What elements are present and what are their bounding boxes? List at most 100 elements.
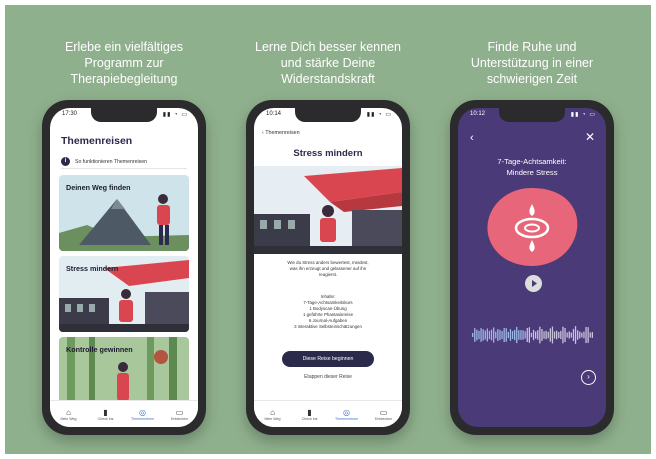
waveform-bar bbox=[484, 330, 486, 340]
waveform-bar bbox=[501, 330, 503, 340]
waveform-bar bbox=[488, 330, 491, 340]
waveform-bar bbox=[543, 331, 545, 339]
waveform-bar bbox=[547, 331, 549, 339]
signal-icon: ▮▮ ◔ ▭ bbox=[570, 112, 596, 118]
waveform-bar bbox=[551, 326, 554, 344]
tab-label: Themenreisen bbox=[335, 416, 358, 421]
tab-label: Mein Weg bbox=[60, 416, 77, 421]
waveform-bar bbox=[520, 330, 522, 340]
chevron-left-icon: ‹ bbox=[262, 130, 264, 136]
caption-line: Widerstandskraft bbox=[281, 72, 375, 86]
tab-label: Entdecken bbox=[171, 416, 188, 421]
meditation-drop-icon bbox=[487, 188, 578, 266]
tab-mein-weg[interactable]: ⌂ Mein Weg bbox=[57, 408, 81, 421]
caption-line: schwierigen Zeit bbox=[486, 72, 578, 86]
tab-label: Check ins bbox=[97, 416, 114, 421]
caption-3: Finde Ruhe und Unterstützung in einer sc… bbox=[437, 39, 627, 87]
waveform-bar bbox=[545, 330, 547, 340]
waveform-bar bbox=[577, 330, 579, 340]
waveform-bar bbox=[511, 331, 514, 339]
waveform-bar bbox=[562, 326, 564, 344]
card-stress-mindern[interactable]: Stress mindern bbox=[59, 256, 189, 332]
info-icon: i bbox=[61, 157, 70, 166]
waveform-bar bbox=[507, 331, 509, 339]
waveform-bar bbox=[560, 330, 562, 340]
home-icon: ⌂ bbox=[66, 407, 71, 417]
waveform-bar bbox=[493, 327, 495, 343]
compass-icon: ◎ bbox=[139, 407, 146, 417]
card-label: Stress mindern bbox=[66, 264, 119, 273]
waveform-bar bbox=[497, 329, 499, 341]
waveform-bar bbox=[480, 328, 482, 342]
caption-2: Lerne Dich besser kennen und stärke Dein… bbox=[233, 39, 423, 87]
waveform-bar bbox=[482, 329, 484, 341]
waveform-bar bbox=[574, 326, 577, 344]
waveform-bar bbox=[579, 331, 581, 339]
waveform-bar bbox=[474, 328, 476, 342]
tab-themenreisen[interactable]: ◎ Themenreisen bbox=[131, 408, 155, 421]
tab-themenreisen[interactable]: ◎ Themenreisen bbox=[335, 408, 359, 421]
waveform-bar bbox=[591, 332, 593, 338]
waveform-bar bbox=[518, 330, 520, 340]
card-deinen-weg[interactable]: Deinen Weg finden bbox=[59, 175, 189, 251]
tab-entdecken[interactable]: ▭ Entdecken bbox=[372, 408, 396, 421]
caption-line: Lerne Dich besser kennen bbox=[255, 40, 401, 54]
waveform-bar bbox=[587, 327, 589, 343]
book-icon: ▭ bbox=[175, 407, 184, 417]
waveform-bar bbox=[581, 332, 583, 338]
play-button[interactable] bbox=[525, 275, 542, 292]
player-title: 7-Tage-Achtsamkeit: Mindere Stress bbox=[458, 156, 606, 178]
tab-bar: ⌂ Mein Weg ▮ Check ins ◎ Themenreisen ▭ Entd… bbox=[254, 400, 402, 427]
promo-canvas: Erlebe ein vielfältiges Programm zur The… bbox=[5, 5, 651, 454]
tab-bar: ⌂ Mein Weg ▮ Check ins ◎ Themenreisen ▭ Entd… bbox=[50, 400, 198, 427]
waveform-bar bbox=[558, 331, 560, 339]
back-label: Themenreisen bbox=[265, 130, 300, 136]
stages-heading: Etappen dieser Reise bbox=[304, 374, 352, 380]
tab-mein-weg[interactable]: ⌂ Mein Weg bbox=[261, 408, 285, 421]
waveform-bar bbox=[522, 330, 524, 340]
waveform-bar bbox=[539, 326, 541, 344]
waveform-bar bbox=[526, 328, 528, 342]
tab-check-ins[interactable]: ▮ Check ins bbox=[298, 408, 322, 421]
waveform-bar bbox=[530, 332, 533, 338]
play-icon bbox=[532, 280, 537, 287]
status-bar: 17:30 ▮▮ ◔ ▭ bbox=[62, 111, 188, 121]
card-label: Kontrolle gewinnen bbox=[66, 345, 133, 354]
waveform-bar bbox=[472, 333, 474, 337]
tab-check-ins[interactable]: ▮ Check ins bbox=[94, 408, 118, 421]
signal-icon: ▮▮ ◔ ▭ bbox=[162, 112, 188, 118]
caption-line: Programm zur bbox=[84, 56, 164, 70]
back-button[interactable]: ‹ Themenreisen bbox=[262, 130, 300, 136]
waveform-bar bbox=[572, 328, 575, 342]
status-bar: 10:12 ▮▮ ◔ ▭ bbox=[470, 111, 596, 121]
waveform-bar bbox=[503, 327, 505, 343]
waveform-bar bbox=[509, 329, 512, 341]
chevron-right-icon[interactable]: › bbox=[581, 370, 596, 385]
page-title: Stress mindern bbox=[293, 148, 363, 159]
caption-line: Unterstützung in einer bbox=[470, 56, 594, 70]
tab-label: Mein Weg bbox=[264, 416, 281, 421]
screen-stress-mindern: 10:14 ▮▮ ◔ ▭ ‹ Themenreisen Stress minde… bbox=[254, 108, 402, 427]
close-icon[interactable]: ✕ bbox=[585, 130, 595, 144]
info-label: So funktionieren Themenreisen bbox=[75, 158, 147, 165]
description-line: reagierst. bbox=[318, 272, 338, 277]
waveform-bar bbox=[528, 327, 530, 343]
tab-entdecken[interactable]: ▭ Entdecken bbox=[168, 408, 192, 421]
back-chevron-icon[interactable]: ‹ bbox=[470, 132, 474, 144]
start-journey-button[interactable]: Diese Reise beginnen bbox=[282, 351, 374, 367]
waveform-bar bbox=[486, 328, 488, 342]
waveform-bar bbox=[553, 331, 556, 339]
player-title-line: 7-Tage-Achtsamkeit: bbox=[497, 157, 567, 166]
waveform-bar bbox=[568, 331, 570, 339]
waveform-bar bbox=[524, 331, 526, 339]
status-time: 10:14 bbox=[266, 111, 282, 117]
waveform-bar bbox=[476, 329, 478, 341]
waveform-bar bbox=[564, 327, 566, 343]
status-time: 10:12 bbox=[470, 111, 486, 117]
info-row[interactable]: i So funktionieren Themenreisen bbox=[61, 155, 187, 169]
tab-label: Themenreisen bbox=[131, 416, 154, 421]
status-time: 17:30 bbox=[62, 111, 78, 117]
caption-line: Erlebe ein vielfältiges bbox=[64, 40, 184, 54]
home-icon: ⌂ bbox=[270, 407, 275, 417]
waveform-bar bbox=[532, 329, 535, 341]
